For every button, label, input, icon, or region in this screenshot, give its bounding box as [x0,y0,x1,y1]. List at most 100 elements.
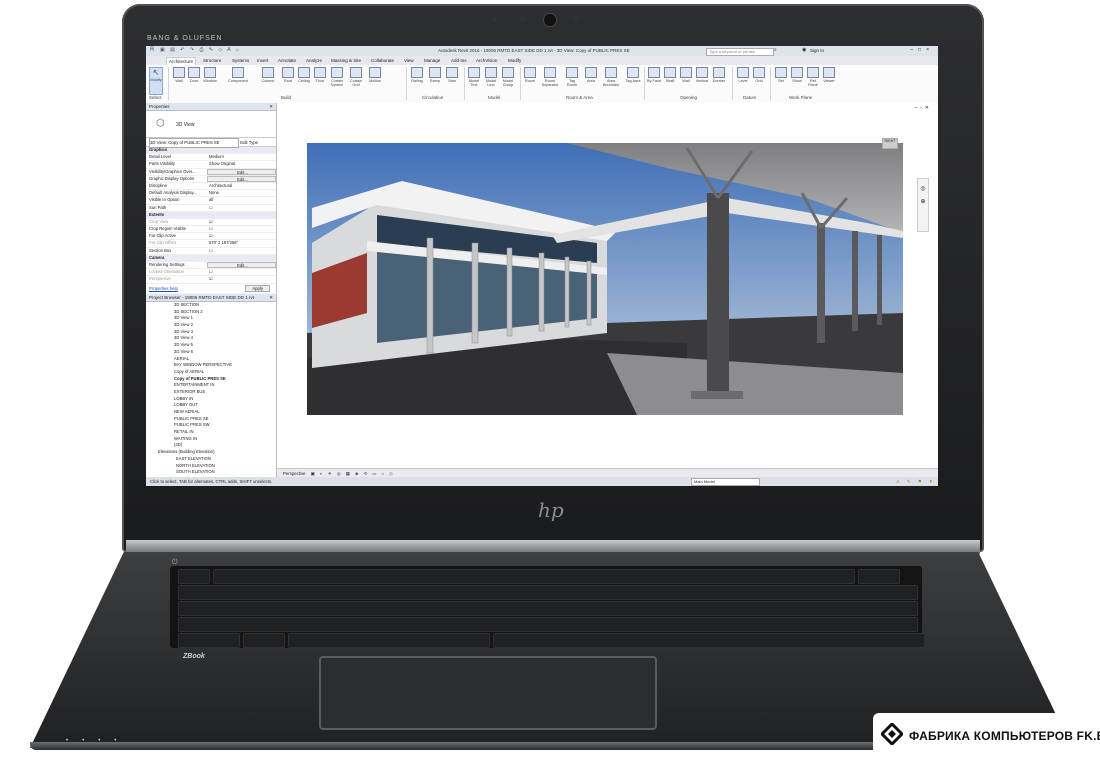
dormer-button[interactable]: Dormer [711,67,727,83]
tab-massing-site[interactable]: Massing & Site [329,57,363,65]
property-row[interactable]: Crop Region Visible ☐ [146,226,276,234]
model-group-button[interactable]: Model Group [500,67,516,87]
property-group[interactable]: Graphics [146,147,276,155]
component-button[interactable]: Component [226,67,250,83]
tab-structure[interactable]: Structure [201,57,223,65]
show-button[interactable]: Show [789,67,805,83]
type-selector[interactable]: ⬡ 3D View [146,111,276,138]
property-value[interactable]: all [207,197,276,203]
property-value[interactable]: ☑ [207,276,276,282]
view-control-icons[interactable]: ▣ ◐ ☀ ◎ ▦ ◈ ⟲ ▭ ⌂ ◇ [311,471,395,476]
tree-item[interactable]: {3D} [146,442,276,449]
active-model-dropdown[interactable]: Main Model [691,478,760,486]
property-row[interactable]: Crop View ☑ [146,219,276,227]
property-row[interactable]: Rendering Settings Edit... [146,262,276,270]
tree-item[interactable]: AERIAL [146,356,276,363]
property-row[interactable]: Default Analysis Display... None [146,190,276,198]
properties-help-link[interactable]: Properties help [149,286,178,291]
tree-item[interactable]: NORTH ELEVATION [146,463,276,470]
set-button[interactable]: Set [773,67,789,83]
property-row[interactable]: Detail Level Medium [146,154,276,162]
property-value[interactable]: Architectural [207,183,276,189]
property-row[interactable]: Parts Visibility Show Original [146,161,276,169]
quick-access-toolbar[interactable]: ▣ ▤ ↶ ↷ ⎙ ✎ ◇ A ⌂ [160,47,241,53]
ramp-button[interactable]: Ramp [427,67,443,83]
tab-systems[interactable]: Systems [230,57,251,65]
window-button[interactable]: Window [202,67,218,83]
tag-room-button[interactable]: Tag Room [564,67,580,87]
door-button[interactable]: Door [186,67,202,83]
by-face-button[interactable]: By Face [646,67,662,83]
key[interactable] [178,633,240,648]
property-value[interactable]: None [207,190,276,196]
tree-item[interactable]: 3D SECTION [146,302,276,309]
key[interactable] [493,633,925,648]
property-row[interactable]: Far Clip Active ☑ [146,233,276,241]
column-button[interactable]: Column [258,67,278,83]
property-value[interactable]: ☐ [207,205,276,211]
property-row[interactable]: Locked Orientation ☐ [146,269,276,277]
modify-button[interactable]: ↖ Modify [149,67,163,95]
tree-item[interactable]: NEW AERIAL [146,409,276,416]
property-value[interactable] [207,212,276,218]
curtain-system-button[interactable]: Curtain System [328,67,346,87]
tree-item[interactable]: ENTERTAINMENT IN [146,382,276,389]
property-value[interactable]: Medium [207,154,276,160]
model-line-button[interactable]: Model Line [483,67,499,87]
key[interactable] [243,633,285,648]
number-key-row[interactable] [178,585,918,600]
sign-in-link[interactable]: Sign In [810,48,824,53]
ref-plane-button[interactable]: Ref Plane [805,67,821,87]
property-value[interactable]: Show Original [207,161,276,167]
property-group[interactable]: Extents [146,211,276,219]
tree-item[interactable]: 3D View 2 [146,322,276,329]
tab-collaborate[interactable]: Collaborate [369,57,396,65]
letter-key-row[interactable] [178,601,918,616]
tab-view[interactable]: View [402,57,416,65]
ceiling-button[interactable]: Ceiling [296,67,312,83]
tree-item[interactable]: SOUTH ELEVATION [146,469,276,476]
property-value[interactable]: Edit... [207,262,276,269]
grid-button[interactable]: Grid [751,67,767,83]
close-icon[interactable]: ✕ [269,294,273,301]
room-separator-button[interactable]: Room Separator [540,67,560,87]
window-controls[interactable]: –□× [910,47,934,53]
tree-item[interactable]: LOBBY OUT [146,402,276,409]
view-window-controls[interactable]: –▫✕ [914,105,932,111]
close-icon[interactable]: ✕ [269,103,273,110]
tab-archvision[interactable]: ArchVision [474,57,499,65]
property-row[interactable]: Discipline Architectural [146,183,276,191]
vertical-button[interactable]: Vertical [694,67,710,83]
viewcube[interactable]: RIGHT [882,138,898,149]
mullion-button[interactable]: Mullion [366,67,384,83]
edit-type-button[interactable]: Edit Type [240,140,258,145]
tree-item[interactable]: Copy of PUBLIC PRES SE [146,376,276,383]
wall-button[interactable]: Wall [171,67,187,83]
status-filter-icons[interactable]: ⚠ ✎ ⚑ ▼ [896,477,936,486]
space-bar[interactable] [288,633,490,648]
property-value[interactable]: 570' 2 187/256" [207,240,276,246]
opening-wall-button[interactable]: Wall [678,67,694,83]
property-row[interactable]: Graphic Display Options Edit... [146,175,276,183]
tree-node[interactable]: Elevations (Building Elevation) [146,449,276,456]
tree-item[interactable]: BAY WINDOW PERSPECTIVE [146,362,276,369]
tab-add-ins[interactable]: Add-Ins [449,57,469,65]
property-row[interactable]: Section Box ☐ [146,248,276,255]
property-row[interactable]: Far Clip Offset 570' 2 187/256" [146,240,276,248]
property-value[interactable]: ☑ [207,219,276,225]
tree-item[interactable]: 3D View 3 [146,329,276,336]
tree-item[interactable]: RETAIL IN [146,429,276,436]
property-value[interactable]: ☐ [207,248,276,254]
panel-select-label[interactable]: Select [149,95,162,100]
tab-annotate[interactable]: Annotate [276,57,298,65]
view-canvas[interactable]: –▫✕ RIGHT ◎ ⊕ [277,103,938,468]
tab-modify[interactable]: Modify [506,57,523,65]
apply-button[interactable]: Apply [245,285,270,292]
property-value[interactable] [207,255,276,261]
tag-area-button[interactable]: Tag Area [625,67,641,83]
panel-room-area-label[interactable]: Room & Area [566,95,593,100]
shaft-button[interactable]: Shaft [662,67,678,83]
railing-button[interactable]: Railing [409,67,425,83]
key[interactable] [178,569,210,584]
roof-button[interactable]: Roof [280,67,296,83]
